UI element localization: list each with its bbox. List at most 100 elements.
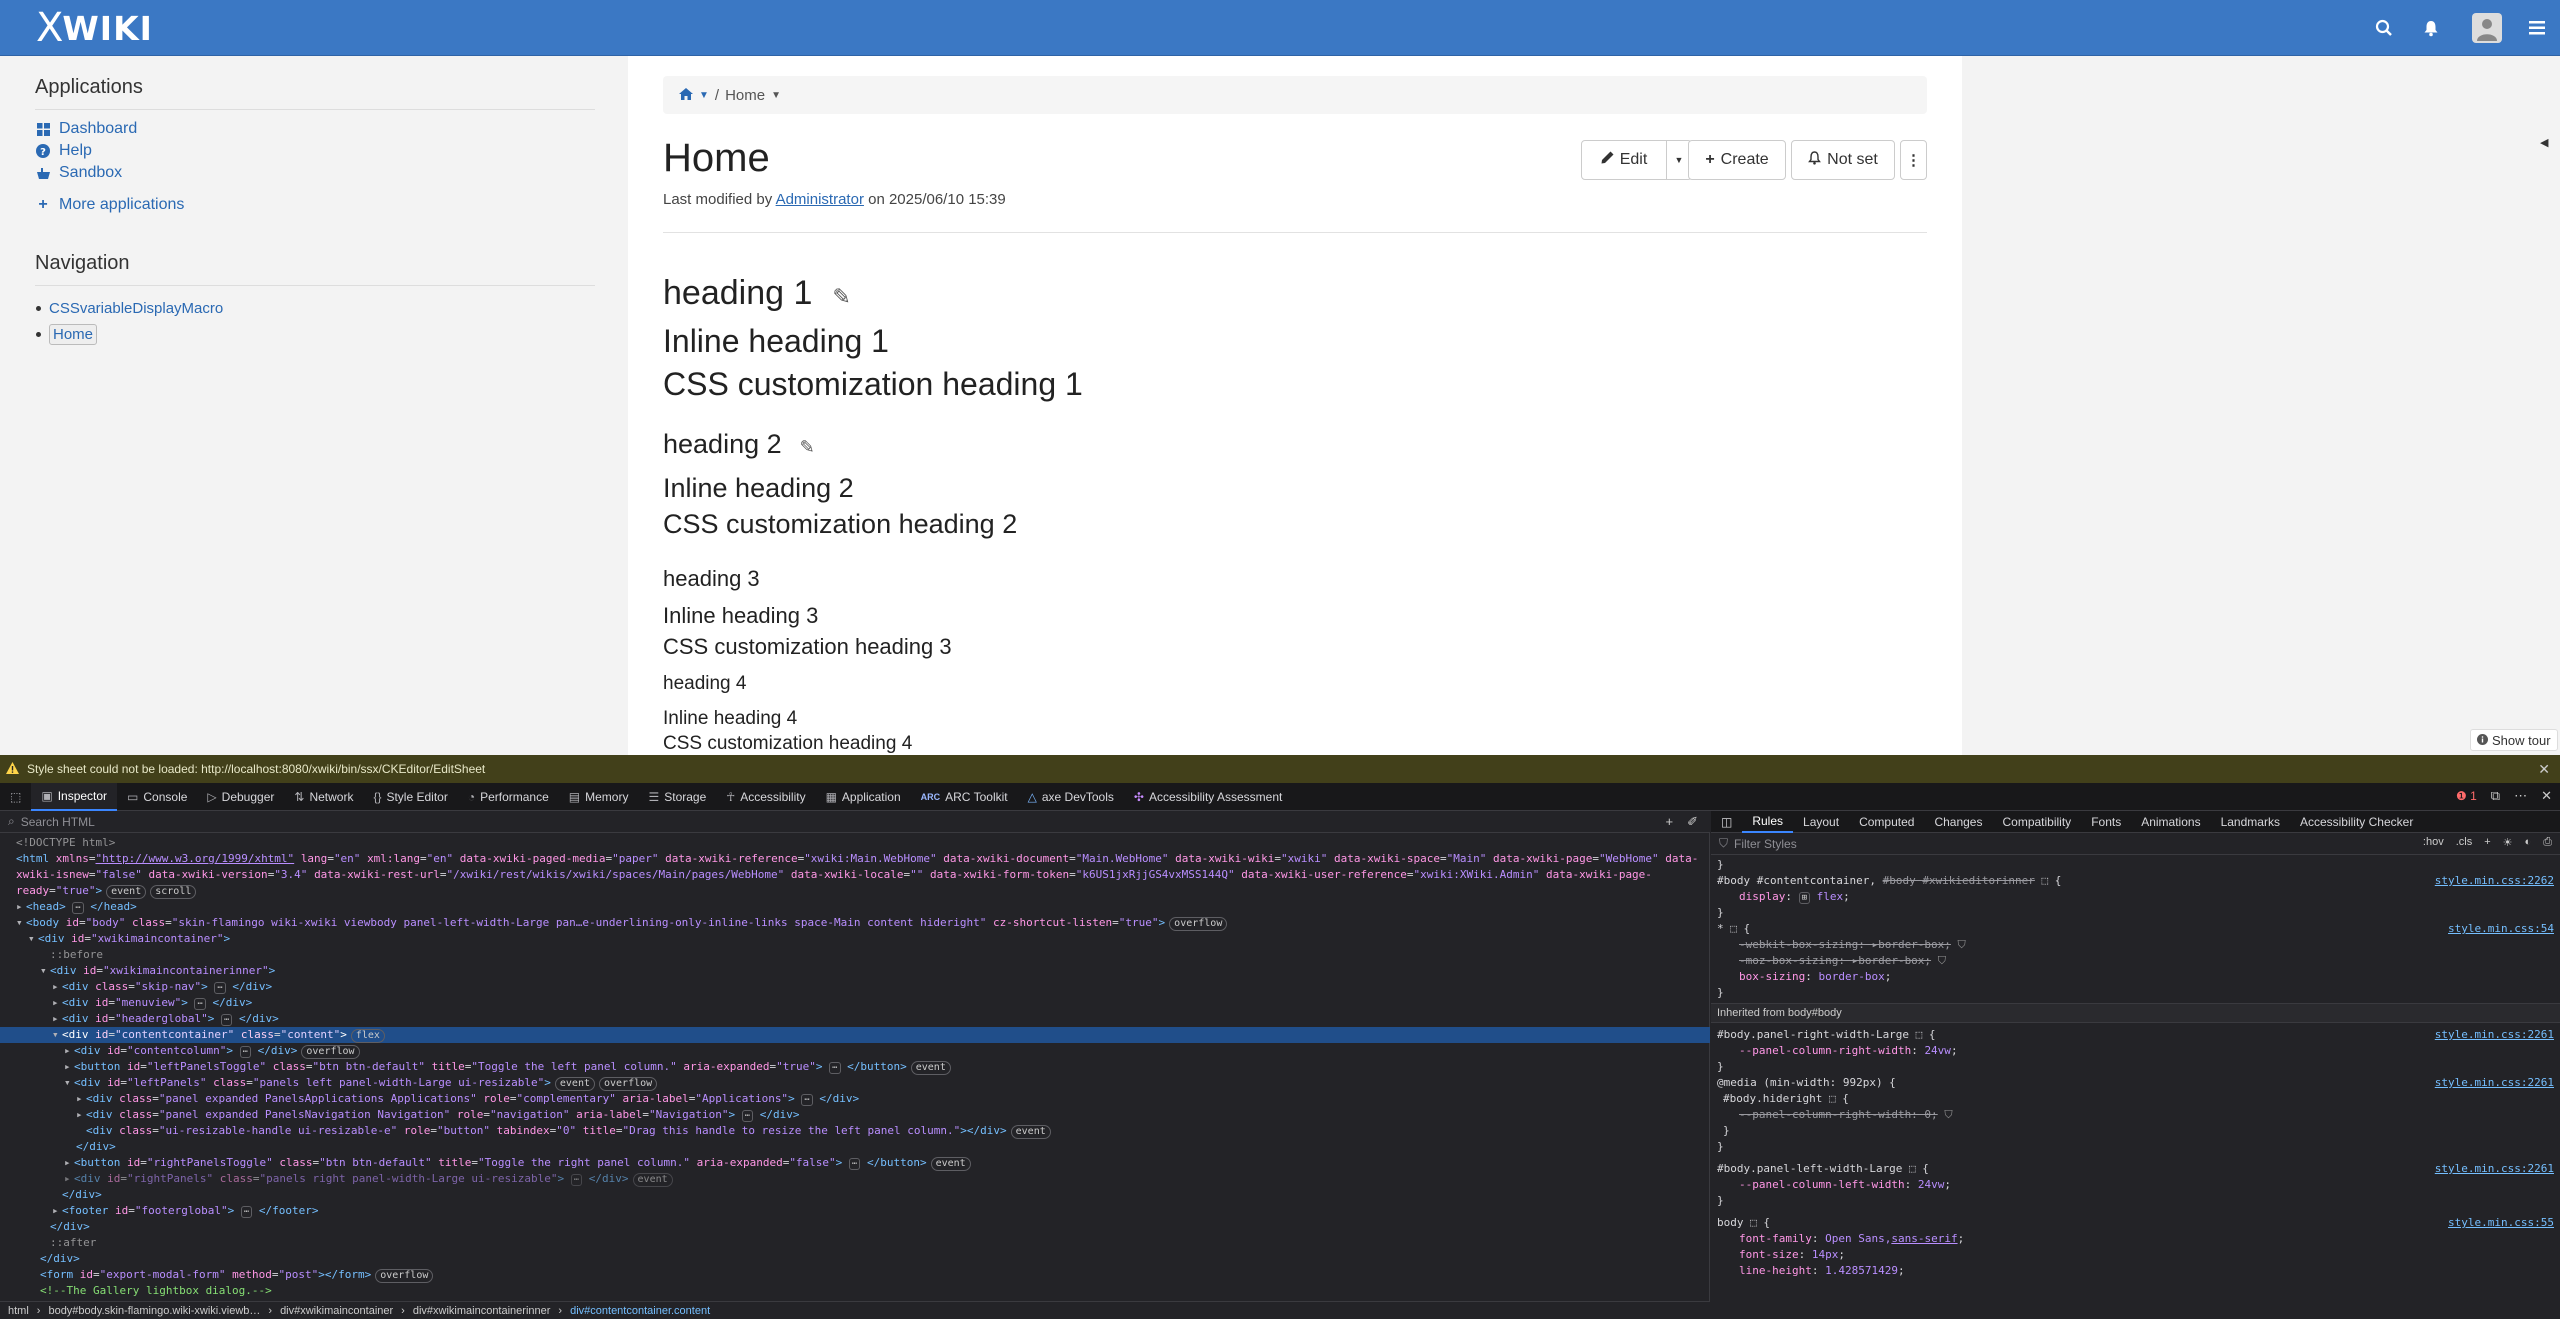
crumb[interactable]: div#xwikimaincontainerinner xyxy=(413,1305,551,1317)
rule-line[interactable]: * ⬚ {style.min.css:54 xyxy=(1711,921,2560,937)
tree-line[interactable]: ▸ <button id="rightPanelsToggle" class="b… xyxy=(0,1155,1710,1171)
tree-line[interactable]: <!--The Gallery lightbox dialog.--> xyxy=(0,1283,1710,1299)
tab-landmarks[interactable]: Landmarks xyxy=(2211,811,2290,833)
author-link[interactable]: Administrator xyxy=(776,191,864,208)
tree-line[interactable]: ▸ <div id="contentcolumn"> ⋯ </div> overfl… xyxy=(0,1043,1710,1059)
rule-line[interactable]: -webkit-box-sizing: ▸border-box; ⛉ xyxy=(1711,937,2560,953)
tab-axe-devtools[interactable]: △ axe DevTools xyxy=(1018,783,1124,811)
crumb[interactable]: body#body.skin-flamingo.wiki-xwiki.viewb… xyxy=(48,1305,260,1317)
tree-line[interactable]: xwiki-isnew="false" data-xwiki-version="… xyxy=(0,867,1710,883)
rule-line[interactable]: #body.panel-right-width-Large ⬚ {style.m… xyxy=(1711,1027,2560,1043)
crumb-current[interactable]: div#contentcontainer.content xyxy=(570,1305,710,1317)
tree-line-selected[interactable]: ▾ <div id="contentcontainer" class="conte… xyxy=(0,1027,1710,1043)
nav-item-home[interactable]: Home xyxy=(36,324,98,345)
nav-item-cssvariabledisplaymacro[interactable]: CSSvariableDisplayMacro xyxy=(36,300,223,317)
tab-memory[interactable]: ▤ Memory xyxy=(559,783,639,811)
tab-layout[interactable]: Layout xyxy=(1793,811,1849,833)
notifications-bell-icon[interactable] xyxy=(2419,16,2443,40)
tab-accessibility[interactable]: ☥ Accessibility xyxy=(716,783,815,811)
crumb[interactable]: html xyxy=(8,1305,29,1317)
class-toggle[interactable]: .cls xyxy=(2456,836,2473,849)
breadcrumb-current[interactable]: Home xyxy=(725,87,765,104)
edit-section-pencil-icon[interactable]: ✎ xyxy=(800,437,815,457)
tab-accessibility-checker[interactable]: Accessibility Checker xyxy=(2290,811,2423,833)
tab-application[interactable]: ▦ Application xyxy=(816,783,911,811)
notifications-watch-button[interactable]: Not set xyxy=(1791,140,1895,180)
edit-button[interactable]: Edit xyxy=(1581,140,1667,180)
tree-line[interactable]: <!DOCTYPE html> xyxy=(0,835,1710,851)
tab-style-editor[interactable]: {} Style Editor xyxy=(363,783,457,811)
rule-line[interactable]: display: ⊞ flex; xyxy=(1711,889,2560,905)
dock-icon[interactable]: ⧉ xyxy=(2491,788,2500,804)
rule-line[interactable]: #body.hideright ⬚ { xyxy=(1711,1091,2560,1107)
print-media-icon[interactable]: ⎙ xyxy=(2543,836,2552,849)
light-theme-icon[interactable]: ☀ xyxy=(2503,836,2513,849)
tree-line[interactable]: ▾ <body id="body" class="skin-flamingo wi… xyxy=(0,915,1710,931)
element-picker-icon[interactable]: ⬚ xyxy=(0,783,31,811)
hamburger-menu-icon[interactable] xyxy=(2525,16,2549,40)
rule-line[interactable]: #body #contentcontainer, #body #xwikiedi… xyxy=(1711,873,2560,889)
tab-animations[interactable]: Animations xyxy=(2131,811,2210,833)
tree-line[interactable]: <form id="export-modal-form" method="pos… xyxy=(0,1267,1710,1283)
tree-line[interactable]: ▸ <div class="skip-nav"> ⋯ </div> xyxy=(0,979,1710,995)
rule-line[interactable]: body ⬚ {style.min.css:55 xyxy=(1711,1215,2560,1231)
tab-console[interactable]: ▭ Console xyxy=(117,783,197,811)
search-html-bar[interactable]: ⌕ Search HTML + ✐ xyxy=(0,811,1710,833)
app-sandbox-link[interactable]: Sandbox xyxy=(35,164,122,182)
tree-line[interactable]: </div> xyxy=(0,1219,1710,1235)
rule-line[interactable]: box-sizing: border-box; xyxy=(1711,969,2560,985)
rule-line[interactable]: font-family: Open Sans,sans-serif; xyxy=(1711,1231,2560,1247)
tree-line[interactable]: ready="true"> event scroll xyxy=(0,883,1710,899)
rule-line[interactable]: -moz-box-sizing: ▸border-box; ⛉ xyxy=(1711,953,2560,969)
xwiki-logo[interactable]: X WIKI xyxy=(36,5,153,51)
close-devtools-icon[interactable]: ✕ xyxy=(2541,788,2552,804)
breadcrumb-home-dropdown-icon[interactable]: ▼ xyxy=(699,90,709,101)
edit-section-pencil-icon[interactable]: ✎ xyxy=(832,284,850,309)
close-warning-icon[interactable]: ✕ xyxy=(2538,761,2550,778)
create-button[interactable]: + Create xyxy=(1688,140,1786,180)
tree-line[interactable]: ▸ <div class="panel expanded PanelsNaviga… xyxy=(0,1107,1710,1123)
tab-changes[interactable]: Changes xyxy=(1924,811,1992,833)
toggle-sidebar-icon[interactable]: ◫ xyxy=(1711,811,1742,833)
tree-line[interactable]: ▾ <div id="xwikimaincontainerinner"> xyxy=(0,963,1710,979)
tree-line[interactable]: ▸ <head> ⋯ </head> xyxy=(0,899,1710,915)
filter-styles-input[interactable]: ⛉ Filter Styles :hov .cls + ☀ ◐ ⎙ xyxy=(1711,833,2560,855)
tree-line[interactable]: ::before xyxy=(0,947,1710,963)
tab-arc-toolkit[interactable]: ARC ARC Toolkit xyxy=(911,783,1018,811)
app-help-link[interactable]: ? Help xyxy=(35,142,92,160)
rule-line[interactable]: font-size: 14px; xyxy=(1711,1247,2560,1263)
search-icon[interactable] xyxy=(2372,16,2396,40)
tab-computed[interactable]: Computed xyxy=(1849,811,1924,833)
tree-line[interactable]: ▸ <div id="headerglobal"> ⋯ </div> xyxy=(0,1011,1710,1027)
tree-line[interactable]: <div class="ui-resizable-handle ui-resiz… xyxy=(0,1123,1710,1139)
eyedropper-icon[interactable]: ✐ xyxy=(1687,814,1698,830)
home-icon[interactable] xyxy=(679,87,693,104)
more-options-icon[interactable]: ⋯ xyxy=(2514,788,2527,804)
tab-performance[interactable]: ◔ Performance xyxy=(458,783,559,811)
tree-line[interactable]: </div> xyxy=(0,1187,1710,1203)
right-panel-toggle-icon[interactable]: ◀ xyxy=(2540,136,2548,149)
hover-state-toggle[interactable]: :hov xyxy=(2423,836,2444,849)
tree-line[interactable]: ▸ <button id="leftPanelsToggle" class="bt… xyxy=(0,1059,1710,1075)
rule-line[interactable]: line-height: 1.428571429; xyxy=(1711,1263,2560,1279)
user-avatar[interactable] xyxy=(2472,13,2502,43)
tree-line[interactable]: ▸ <div class="panel expanded PanelsApplic… xyxy=(0,1091,1710,1107)
tree-line[interactable]: </div> xyxy=(0,1139,1710,1155)
more-applications-link[interactable]: + More applications xyxy=(35,196,184,214)
tree-line[interactable]: ▾ <div id="leftPanels" class="panels left… xyxy=(0,1075,1710,1091)
tree-line[interactable]: ::after xyxy=(0,1235,1710,1251)
more-actions-button[interactable]: ⋮ xyxy=(1900,140,1927,180)
tab-compatibility[interactable]: Compatibility xyxy=(1992,811,2081,833)
tree-line[interactable]: ▾ <div id="xwikimaincontainer"> xyxy=(0,931,1710,947)
rule-line[interactable]: --panel-column-right-width: 0; ⛉ xyxy=(1711,1107,2560,1123)
tree-line[interactable]: <html xmlns="http://www.w3.org/1999/xhtm… xyxy=(0,851,1710,867)
rule-line[interactable]: --panel-column-left-width: 24vw; xyxy=(1711,1177,2560,1193)
add-node-icon[interactable]: + xyxy=(1666,814,1674,830)
rule-line[interactable]: @media (min-width: 992px) {style.min.css… xyxy=(1711,1075,2560,1091)
tab-debugger[interactable]: ▷ Debugger xyxy=(197,783,284,811)
tab-storage[interactable]: ☰ Storage xyxy=(638,783,716,811)
add-rule-icon[interactable]: + xyxy=(2484,836,2490,849)
tab-network[interactable]: ⇅ Network xyxy=(284,783,363,811)
tree-line[interactable]: ▸ <div id="rightPanels" class="panels rig… xyxy=(0,1171,1710,1187)
tab-rules[interactable]: Rules xyxy=(1742,811,1794,833)
